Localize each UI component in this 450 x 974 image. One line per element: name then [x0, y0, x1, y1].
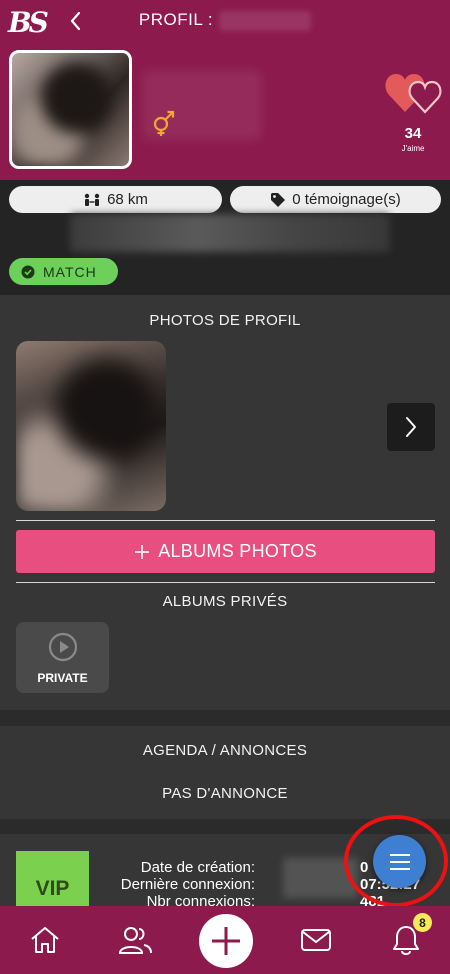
agenda-title: AGENDA / ANNONCES	[142, 742, 308, 759]
hearts-icon	[385, 74, 442, 114]
users-icon	[118, 927, 152, 954]
nav-messages[interactable]	[296, 922, 336, 958]
profile-avatar[interactable]	[9, 50, 132, 169]
agenda-empty-text: PAS D'ANNONCE	[162, 785, 288, 802]
page-title-text: PROFIL :	[138, 10, 214, 29]
private-albums-title: ALBUMS PRIVÉS	[162, 593, 288, 610]
blurred-username	[219, 10, 312, 31]
likes-counter[interactable]: 34 J'aime	[382, 68, 444, 153]
highlight-ring	[344, 815, 448, 907]
page-title: PROFIL :	[0, 10, 450, 31]
match-badge: MATCH	[9, 258, 118, 285]
nav-create-button[interactable]	[199, 914, 253, 968]
private-album-tile[interactable]: PRIVATE	[16, 622, 109, 693]
distance-text: 68 km	[107, 191, 148, 208]
mail-icon	[301, 929, 331, 951]
albums-photos-button[interactable]: ALBUMS PHOTOS	[16, 530, 435, 573]
plus-icon	[135, 544, 150, 559]
gender-icon	[153, 110, 175, 136]
blurred-description	[70, 214, 390, 252]
home-icon	[31, 927, 59, 953]
vip-row-label: Dernière connexion:	[120, 876, 255, 893]
tag-icon	[271, 192, 286, 207]
profile-photo-thumbnail[interactable]	[16, 341, 166, 511]
agenda-section: AGENDA / ANNONCES PAS D'ANNONCE	[0, 726, 450, 819]
chevron-right-icon	[406, 417, 416, 437]
testimonials-text: 0 témoignage(s)	[292, 191, 401, 208]
likes-count: 34	[404, 125, 422, 142]
distance-pill: 68 km	[9, 186, 222, 213]
distance-icon	[84, 193, 100, 206]
albums-photos-label: ALBUMS PHOTOS	[158, 541, 317, 561]
play-icon	[48, 632, 77, 662]
private-album-label: PRIVATE	[37, 671, 88, 685]
notifications-badge: 8	[413, 913, 432, 932]
match-label: MATCH	[43, 263, 97, 280]
nav-home[interactable]	[25, 922, 65, 958]
divider	[16, 582, 435, 583]
bottom-navigation	[0, 906, 450, 974]
nav-contacts[interactable]	[115, 922, 155, 958]
testimonials-pill[interactable]: 0 témoignage(s)	[230, 186, 441, 213]
profile-page: BS PROFIL : 34 J'aime 68 km 0 témoignage…	[0, 0, 450, 974]
next-photo-button[interactable]	[387, 403, 435, 451]
photos-section-title: PHOTOS DE PROFIL	[149, 312, 301, 329]
vip-row-label: Date de création:	[140, 859, 255, 876]
vip-labels: Date de création: Dernière connexion: Nb…	[121, 859, 255, 910]
likes-label: J'aime	[401, 144, 425, 153]
check-circle-icon	[21, 265, 35, 278]
divider	[16, 520, 435, 521]
profile-header: BS PROFIL : 34 J'aime	[0, 0, 450, 180]
vip-badge: VIP	[16, 851, 89, 914]
plus-icon	[212, 927, 240, 955]
